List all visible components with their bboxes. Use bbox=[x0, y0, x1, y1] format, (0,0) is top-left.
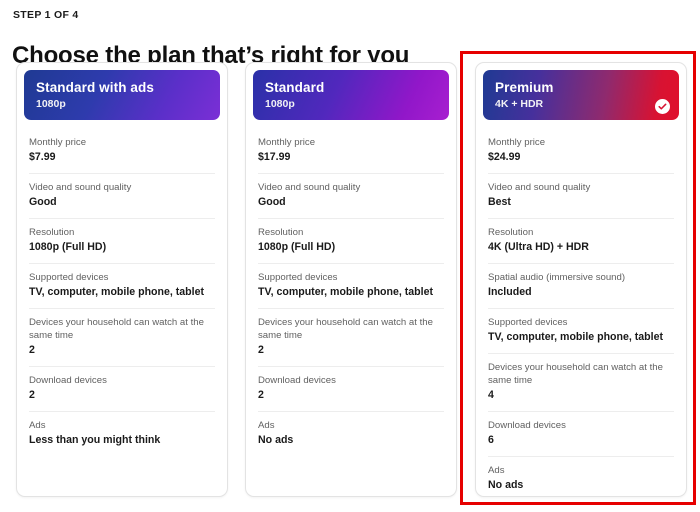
plan-feature-row: Devices your household can watch at the … bbox=[258, 309, 444, 367]
plan-name: Standard with ads bbox=[36, 80, 154, 95]
plan-feature-value: Less than you might think bbox=[29, 434, 161, 446]
plan-feature-row: Monthly price $7.99 bbox=[29, 129, 215, 174]
plan-feature-label: Video and sound quality bbox=[258, 182, 361, 193]
plan-feature-list: Monthly price $7.99 Video and sound qualit… bbox=[17, 129, 227, 456]
plan-cards-row: Standard with ads 1080p Monthly price $7.99… bbox=[0, 62, 700, 504]
plan-feature-label: Monthly price bbox=[258, 137, 316, 148]
plan-feature-label: Devices your household can watch at the … bbox=[488, 362, 663, 386]
check-circle-icon bbox=[655, 99, 670, 114]
plan-feature-row: Supported devices TV, computer, mobile ph… bbox=[488, 309, 674, 354]
plan-quality: 1080p bbox=[36, 98, 66, 110]
plan-feature-row: Video and sound quality Good bbox=[29, 174, 215, 219]
plan-feature-row: Resolution 1080p (Full HD) bbox=[29, 219, 215, 264]
plan-feature-value: No ads bbox=[258, 434, 294, 446]
plan-feature-label: Download devices bbox=[258, 375, 336, 386]
plan-feature-label: Monthly price bbox=[488, 137, 546, 148]
plan-feature-list: Monthly price $24.99 Video and sound quali… bbox=[476, 129, 686, 496]
plan-feature-label: Resolution bbox=[258, 227, 304, 238]
plan-feature-row: Monthly price $17.99 bbox=[258, 129, 444, 174]
plan-card[interactable]: Premium 4K + HDR Monthly price $24.99 Video … bbox=[475, 62, 687, 497]
plan-quality: 4K + HDR bbox=[495, 98, 544, 110]
plan-feature-value: 6 bbox=[488, 434, 494, 446]
plan-feature-value: TV, computer, mobile phone, tablet bbox=[29, 286, 205, 298]
plan-name: Standard bbox=[265, 80, 325, 95]
plan-feature-row: Ads No ads bbox=[488, 457, 674, 496]
plan-card-header: Standard 1080p bbox=[253, 70, 449, 120]
plan-feature-label: Video and sound quality bbox=[29, 182, 132, 193]
plan-feature-row: Download devices 2 bbox=[258, 367, 444, 412]
plan-feature-value: $24.99 bbox=[488, 151, 521, 163]
plan-card-header: Standard with ads 1080p bbox=[24, 70, 220, 120]
plan-feature-value: 2 bbox=[29, 344, 35, 356]
plan-feature-value: $7.99 bbox=[29, 151, 56, 163]
plan-feature-row: Supported devices TV, computer, mobile ph… bbox=[258, 264, 444, 309]
plan-feature-value: $17.99 bbox=[258, 151, 291, 163]
plan-feature-row: Video and sound quality Best bbox=[488, 174, 674, 219]
plan-feature-label: Ads bbox=[488, 465, 505, 476]
plan-feature-value: 2 bbox=[29, 389, 35, 401]
plan-feature-row: Ads Less than you might think bbox=[29, 412, 215, 456]
plan-feature-label: Monthly price bbox=[29, 137, 87, 148]
plan-feature-label: Spatial audio (immersive sound) bbox=[488, 272, 626, 283]
plan-card[interactable]: Standard with ads 1080p Monthly price $7.99… bbox=[16, 62, 228, 497]
plan-feature-value: Best bbox=[488, 196, 511, 208]
plan-feature-row: Ads No ads bbox=[258, 412, 444, 456]
plan-selection-page: STEP 1 OF 4 Choose the plan that’s right… bbox=[0, 0, 700, 512]
plan-card[interactable]: Standard 1080p Monthly price $17.99 Video an… bbox=[245, 62, 457, 497]
plan-feature-label: Devices your household can watch at the … bbox=[29, 317, 204, 341]
plan-feature-label: Download devices bbox=[29, 375, 107, 386]
plan-feature-value: Good bbox=[29, 196, 57, 208]
plan-feature-label: Resolution bbox=[488, 227, 534, 238]
plan-feature-value: 1080p (Full HD) bbox=[29, 241, 107, 253]
plan-feature-value: 4 bbox=[488, 389, 494, 401]
plan-feature-row: Resolution 4K (Ultra HD) + HDR bbox=[488, 219, 674, 264]
plan-feature-label: Ads bbox=[29, 420, 46, 431]
plan-feature-value: 2 bbox=[258, 344, 264, 356]
plan-feature-row: Video and sound quality Good bbox=[258, 174, 444, 219]
step-indicator: STEP 1 OF 4 bbox=[13, 9, 79, 21]
plan-feature-row: Download devices 6 bbox=[488, 412, 674, 457]
plan-feature-value: TV, computer, mobile phone, tablet bbox=[488, 331, 664, 343]
plan-feature-row: Supported devices TV, computer, mobile ph… bbox=[29, 264, 215, 309]
plan-feature-label: Video and sound quality bbox=[488, 182, 591, 193]
plan-quality: 1080p bbox=[265, 98, 295, 110]
plan-name: Premium bbox=[495, 80, 554, 95]
plan-feature-label: Ads bbox=[258, 420, 275, 431]
plan-feature-label: Resolution bbox=[29, 227, 75, 238]
plan-feature-value: No ads bbox=[488, 479, 524, 491]
plan-feature-label: Supported devices bbox=[29, 272, 109, 283]
plan-card-header: Premium 4K + HDR bbox=[483, 70, 679, 120]
plan-feature-row: Resolution 1080p (Full HD) bbox=[258, 219, 444, 264]
plan-feature-list: Monthly price $17.99 Video and sound quali… bbox=[246, 129, 456, 456]
plan-feature-value: Good bbox=[258, 196, 286, 208]
plan-feature-row: Download devices 2 bbox=[29, 367, 215, 412]
plan-feature-value: TV, computer, mobile phone, tablet bbox=[258, 286, 434, 298]
plan-feature-row: Devices your household can watch at the … bbox=[29, 309, 215, 367]
plan-feature-row: Devices your household can watch at the … bbox=[488, 354, 674, 412]
plan-feature-value: 4K (Ultra HD) + HDR bbox=[488, 241, 589, 253]
plan-feature-label: Supported devices bbox=[258, 272, 338, 283]
plan-feature-label: Devices your household can watch at the … bbox=[258, 317, 433, 341]
plan-feature-value: Included bbox=[488, 286, 532, 298]
plan-feature-row: Spatial audio (immersive sound) Included bbox=[488, 264, 674, 309]
plan-feature-value: 2 bbox=[258, 389, 264, 401]
plan-feature-value: 1080p (Full HD) bbox=[258, 241, 336, 253]
plan-feature-row: Monthly price $24.99 bbox=[488, 129, 674, 174]
plan-feature-label: Supported devices bbox=[488, 317, 568, 328]
plan-feature-label: Download devices bbox=[488, 420, 566, 431]
